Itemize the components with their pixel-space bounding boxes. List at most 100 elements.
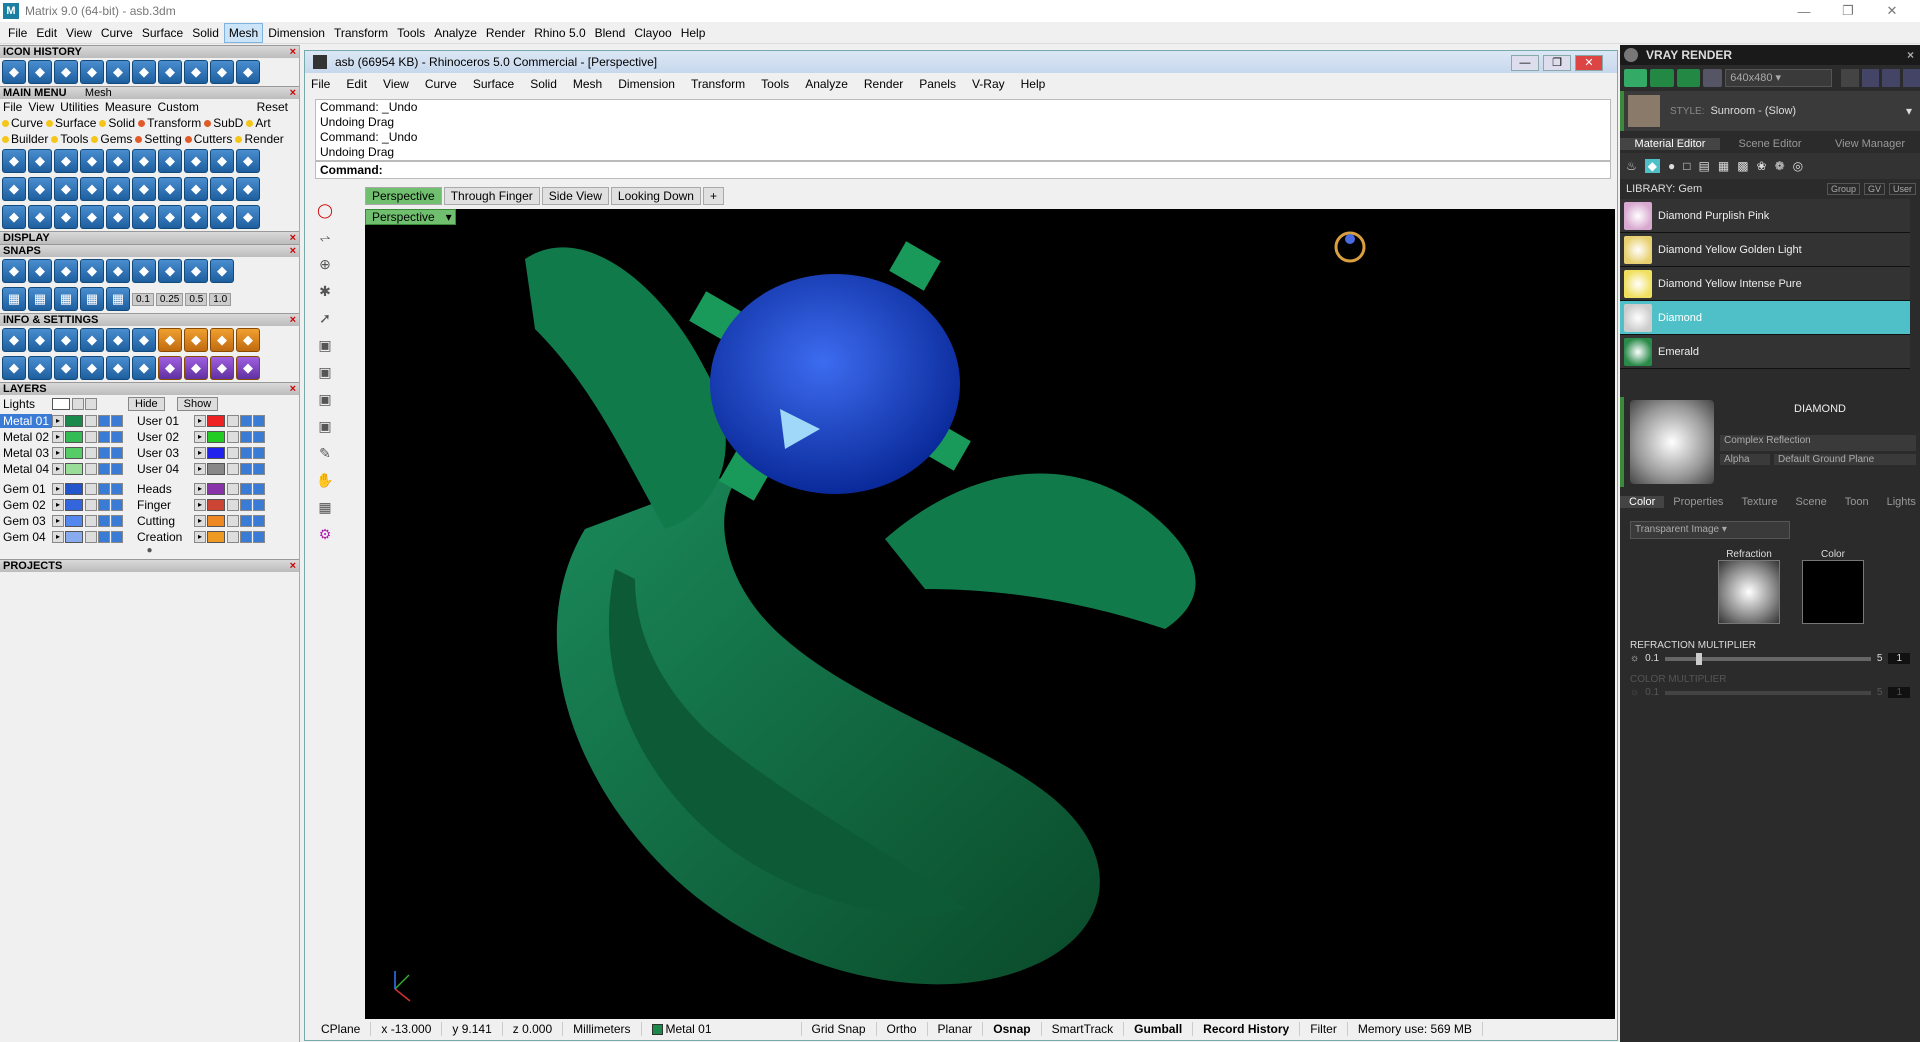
box-view-icon[interactable]: ▣ [313, 360, 337, 384]
expand-icon[interactable]: ● [0, 545, 299, 559]
layer-color-swatch[interactable] [207, 531, 225, 543]
tool-icon[interactable]: ◆ [158, 177, 182, 201]
menu-solid[interactable]: Solid [188, 24, 223, 42]
minimize-button[interactable]: — [1782, 0, 1826, 22]
material-item[interactable]: Emerald [1620, 335, 1910, 369]
expand-icon[interactable]: ▸ [194, 431, 206, 443]
leaf-icon[interactable]: ❀ [1757, 159, 1767, 173]
gear-icon[interactable]: ⚙ [313, 522, 337, 546]
refraction-slider[interactable] [1665, 652, 1871, 665]
transparent-select[interactable]: Transparent Image ▾ [1630, 521, 1790, 539]
layer-name[interactable]: Gem 03 [0, 514, 52, 528]
list-icon[interactable] [1902, 69, 1920, 87]
ground-select[interactable]: Default Ground Plane [1774, 454, 1916, 465]
lock-icon[interactable] [227, 447, 239, 459]
lock-icon[interactable] [227, 431, 239, 443]
render-icon[interactable] [111, 447, 123, 459]
mm-subd[interactable]: SubD [204, 116, 243, 130]
layer-color-swatch[interactable] [207, 515, 225, 527]
layer-color-swatch[interactable] [207, 499, 225, 511]
render-icon[interactable] [253, 431, 265, 443]
layer-color-swatch[interactable] [207, 431, 225, 443]
fire-icon[interactable]: ♨ [1626, 159, 1637, 173]
render-icon[interactable] [253, 415, 265, 427]
tool-icon[interactable]: ◆ [132, 177, 156, 201]
mm-utilities[interactable]: Utilities [60, 100, 99, 114]
stop-icon[interactable]: ◯ [313, 198, 337, 222]
layer-color-swatch[interactable] [207, 483, 225, 495]
menu-transform[interactable]: Transform [330, 24, 392, 42]
close-button[interactable]: ✕ [1870, 0, 1914, 22]
render-icon[interactable] [111, 531, 123, 543]
tool-icon[interactable]: ◆ [184, 177, 208, 201]
frame-icon[interactable] [1861, 69, 1880, 87]
render-icon[interactable] [111, 515, 123, 527]
reflection-select[interactable]: Complex Reflection [1720, 435, 1916, 451]
layer-name[interactable]: Finger [134, 498, 194, 512]
lock-icon[interactable] [227, 499, 239, 511]
layer-color-swatch[interactable] [207, 447, 225, 459]
rhino-menu-view[interactable]: View [383, 77, 409, 91]
rhino-menu-mesh[interactable]: Mesh [573, 77, 602, 91]
render-icon[interactable] [111, 415, 123, 427]
render-icon[interactable] [253, 515, 265, 527]
layer-color-swatch[interactable] [65, 447, 83, 459]
cplane-button[interactable]: CPlane [311, 1022, 372, 1036]
expand-icon[interactable]: ▸ [52, 447, 64, 459]
rhino-menu-v-ray[interactable]: V-Ray [972, 77, 1005, 91]
subtab-properties[interactable]: Properties [1664, 496, 1732, 508]
tool-icon[interactable]: ◆ [236, 177, 260, 201]
tool-icon[interactable]: ◆ [210, 205, 234, 229]
snap-icon[interactable]: ▦ [2, 287, 26, 311]
col-value[interactable]: 1 [1888, 687, 1910, 698]
menu-surface[interactable]: Surface [138, 24, 187, 42]
menu-render[interactable]: Render [482, 24, 529, 42]
snap-icon[interactable]: ▦ [54, 287, 78, 311]
mm-transform[interactable]: Transform [138, 116, 201, 130]
menu-analyze[interactable]: Analyze [430, 24, 481, 42]
expand-icon[interactable]: ▸ [52, 463, 64, 475]
close-icon[interactable]: × [290, 383, 296, 395]
tool-icon[interactable]: ◆ [210, 177, 234, 201]
render-icon[interactable] [111, 483, 123, 495]
tool-icon[interactable]: ◆ [132, 149, 156, 173]
subtab-color[interactable]: Color [1620, 496, 1665, 508]
rhino-close-button[interactable]: ✕ [1575, 55, 1603, 71]
tool-icon[interactable]: ◆ [158, 356, 182, 380]
units[interactable]: Millimeters [563, 1022, 642, 1036]
layer-name[interactable]: Gem 01 [0, 482, 52, 496]
close-icon[interactable]: × [290, 232, 296, 244]
expand-icon[interactable]: ▸ [194, 499, 206, 511]
tool-icon[interactable]: ◆ [236, 205, 260, 229]
tool-icon[interactable]: ◆ [2, 177, 26, 201]
visible-icon[interactable] [240, 463, 252, 475]
expand-icon[interactable]: ▸ [52, 483, 64, 495]
leaf-alt-icon[interactable]: ❁ [1775, 159, 1785, 173]
layer-name[interactable]: Metal 04 [0, 462, 52, 476]
close-icon[interactable]: × [290, 560, 296, 572]
expand-icon[interactable]: ▸ [194, 415, 206, 427]
expand-icon[interactable]: ▸ [194, 531, 206, 543]
refr-value[interactable]: 1 [1888, 653, 1910, 664]
tool-icon[interactable]: ◆ [184, 259, 208, 283]
rhino-menu-panels[interactable]: Panels [919, 77, 956, 91]
light-icon[interactable] [85, 398, 97, 410]
tool-icon[interactable]: ◆ [210, 328, 234, 352]
visible-icon[interactable] [240, 431, 252, 443]
tool-icon[interactable]: ◆ [184, 328, 208, 352]
layer-name[interactable]: User 02 [134, 430, 194, 444]
rhino-menu-file[interactable]: File [311, 77, 330, 91]
lock-icon[interactable] [85, 483, 97, 495]
tab-looking-down[interactable]: Looking Down [610, 187, 701, 205]
gumball-toggle[interactable]: Gumball [1124, 1022, 1194, 1036]
snap-value[interactable]: 0.5 [185, 292, 208, 306]
box-view-icon[interactable]: ▣ [313, 333, 337, 357]
maximize-button[interactable]: ❐ [1826, 0, 1870, 22]
tool-icon[interactable]: ◆ [132, 60, 156, 84]
visible-icon[interactable] [240, 531, 252, 543]
perspective-viewport[interactable]: Perspective ▾ [365, 209, 1615, 1019]
expand-icon[interactable]: ▸ [52, 431, 64, 443]
snap-value[interactable]: 0.25 [155, 292, 184, 306]
rhino-menu-curve[interactable]: Curve [425, 77, 457, 91]
tool-icon[interactable]: ◆ [158, 328, 182, 352]
